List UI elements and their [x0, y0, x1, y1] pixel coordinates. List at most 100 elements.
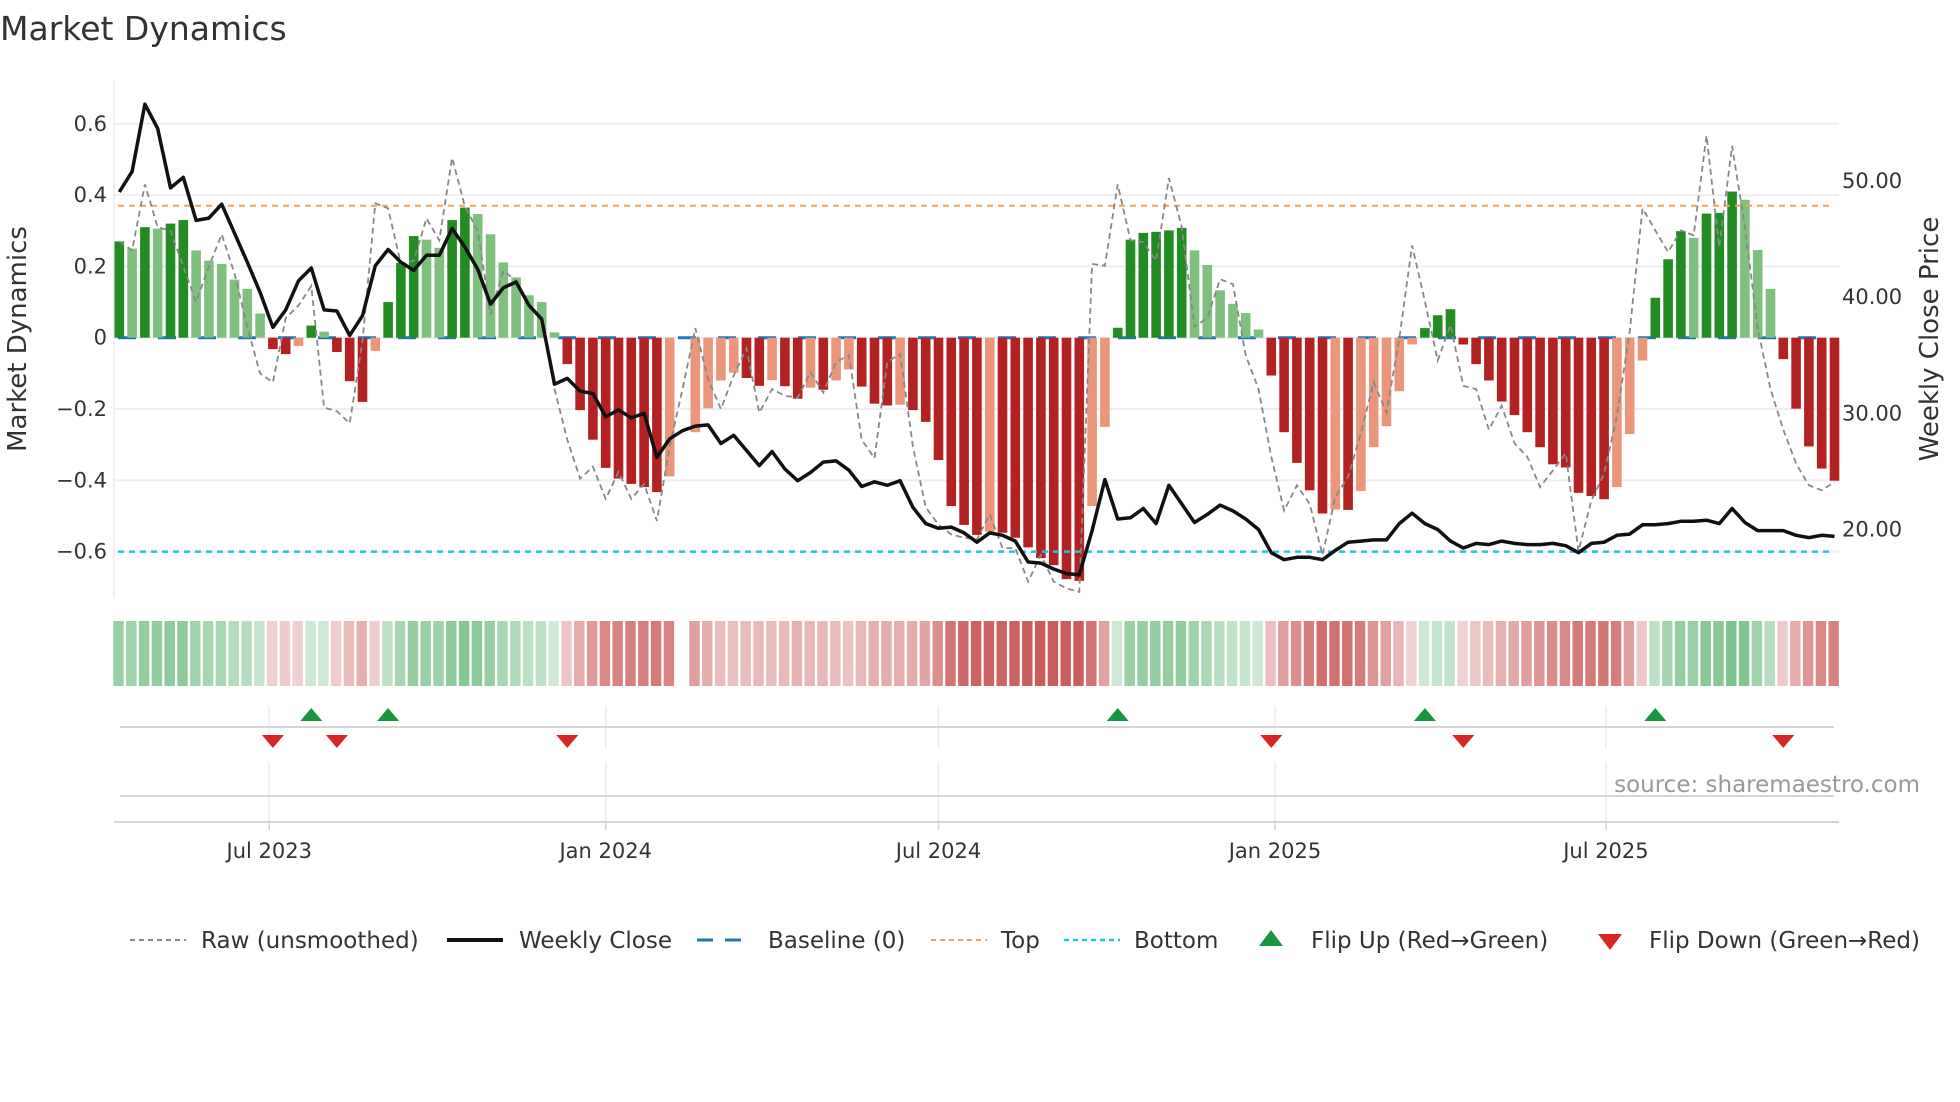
heat-cell — [1252, 621, 1263, 686]
dynamics-bar — [1471, 337, 1481, 365]
heat-cell — [484, 621, 495, 686]
dynamics-bar — [1125, 239, 1136, 338]
dynamics-bar — [1356, 337, 1366, 492]
dynamics-bar — [1023, 337, 1033, 548]
dynamics-bar — [152, 228, 163, 338]
heat-cell — [1700, 621, 1711, 686]
heat-cell — [1764, 621, 1775, 686]
heat-cell — [138, 621, 150, 686]
heat-cell — [1265, 621, 1276, 686]
dynamics-bar — [1509, 337, 1520, 416]
heat-cell — [945, 621, 956, 686]
heat-cell — [842, 621, 854, 686]
legend-label: Bottom — [1134, 928, 1218, 954]
dynamics-bar — [984, 337, 995, 532]
dynamics-bar — [1778, 337, 1789, 360]
y-tick-label: −0.6 — [56, 540, 107, 564]
heat-cell — [330, 621, 342, 686]
dynamics-bar — [1343, 337, 1353, 510]
heat-cell — [650, 621, 662, 686]
right-axis-label: Weekly Close Price — [1915, 217, 1945, 462]
heat-cell — [1278, 621, 1289, 686]
heat-cell — [292, 621, 303, 686]
heat-cell — [804, 621, 815, 686]
heat-cell — [1354, 621, 1366, 686]
dynamics-bar — [114, 241, 125, 338]
heat-cell — [305, 621, 316, 686]
heat-cell — [1649, 621, 1660, 686]
legend-label: Weekly Close — [519, 928, 672, 954]
dynamics-bar — [933, 337, 944, 461]
dynamics-bar — [1637, 337, 1648, 361]
market-dynamics-chart: Market Dynamics 0.6 0.4 0.2 0 −0.2 −0.4 −0.6 5… — [0, 9, 1945, 954]
dynamics-bar — [1292, 337, 1302, 463]
dynamics-bar — [370, 337, 381, 351]
dynamics-bar — [754, 337, 765, 386]
dynamics-bar — [1215, 290, 1225, 338]
heat-cell — [1572, 621, 1583, 686]
heat-cell — [318, 621, 329, 686]
heat-cell — [663, 621, 675, 686]
heat-cell — [625, 621, 636, 686]
dynamics-bar — [344, 337, 355, 382]
dynamics-bar — [1701, 213, 1712, 338]
heat-cell — [356, 621, 367, 686]
heat-cell — [996, 621, 1007, 686]
dynamics-bar — [1048, 337, 1059, 566]
legend-label: Flip Up (Red→Green) — [1311, 928, 1548, 954]
heat-cell — [1086, 621, 1097, 686]
dynamics-bar — [485, 234, 496, 338]
dynamics-bar — [690, 337, 701, 433]
heat-cell — [343, 621, 355, 686]
dynamics-bar — [844, 337, 854, 370]
flip-up-marker — [1106, 708, 1129, 721]
dynamics-bar — [703, 337, 713, 409]
flip-markers — [114, 706, 1839, 823]
heat-cell — [382, 621, 393, 686]
dynamics-bar — [588, 337, 598, 440]
heat-cell — [1009, 621, 1020, 686]
heat-cell — [151, 621, 163, 686]
heat-cell — [689, 621, 700, 686]
heat-cell — [113, 621, 124, 686]
heat-cell — [958, 621, 969, 686]
legend-flip-up-icon — [1259, 930, 1283, 946]
heat-cell — [932, 621, 943, 686]
dynamics-bar — [1074, 337, 1085, 581]
heat-cell — [394, 621, 406, 686]
heat-cell — [1431, 621, 1443, 686]
heat-cell — [497, 621, 508, 686]
heat-cell — [702, 621, 713, 686]
heat-cell — [1239, 621, 1251, 686]
y2-tick-label: 30.00 — [1842, 401, 1902, 425]
dynamics-bar — [1036, 337, 1046, 559]
legend-label: Flip Down (Green→Red) — [1649, 928, 1920, 954]
dynamics-bar — [600, 337, 611, 468]
heat-cell — [1777, 621, 1788, 686]
heat-cell — [1636, 621, 1647, 686]
dynamics-bar — [818, 337, 829, 390]
y-tick-label: −0.4 — [56, 468, 107, 492]
chart-title: Market Dynamics — [0, 9, 287, 48]
legend-label: Baseline (0) — [768, 928, 905, 954]
heat-cell — [1073, 621, 1084, 686]
dynamics-bar — [1791, 337, 1801, 409]
heat-cell — [1713, 621, 1724, 686]
dynamics-bar — [882, 337, 893, 406]
dynamics-bar — [1804, 337, 1814, 447]
heat-cell — [1060, 621, 1071, 686]
dynamics-bar — [268, 337, 278, 350]
heat-cell — [766, 621, 777, 686]
legend: Raw (unsmoothed) Weekly Close Baseline (0)… — [130, 928, 1920, 954]
dynamics-bar — [1829, 337, 1840, 481]
flip-down-marker — [1260, 735, 1283, 748]
x-axis-ticks: Jul 2023 Jan 2024 Jul 2024 Jan 2025 Jul 2025 — [225, 822, 1649, 863]
flip-down-marker — [325, 735, 348, 748]
heat-cell — [970, 621, 982, 686]
left-axis-label: Market Dynamics — [3, 226, 33, 452]
dynamics-bar — [1279, 337, 1289, 433]
dynamics-bar — [549, 332, 560, 338]
dynamics-bar — [434, 247, 445, 338]
dynamics-bar — [908, 337, 918, 411]
heat-cell — [1226, 621, 1238, 686]
